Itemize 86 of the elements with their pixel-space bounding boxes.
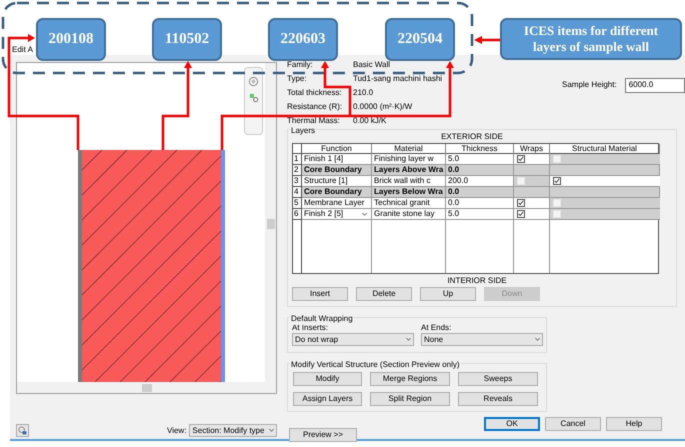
sample-height-field[interactable]: 6000.0 — [624, 78, 685, 92]
table-cell: 0.0 — [446, 165, 514, 176]
vertical-scrollbar[interactable] — [265, 63, 276, 384]
dropdown-value: Do not wrap — [295, 334, 338, 346]
function-cell[interactable]: Structure [1] — [302, 176, 372, 187]
property-value: 0.00 kJ/K — [353, 115, 388, 127]
caret-icon — [406, 338, 411, 341]
function-cell[interactable]: Finish 2 [5] — [302, 209, 372, 220]
field-label: At Ends: — [421, 323, 452, 333]
table-cell: Layers Below Wra — [372, 187, 446, 198]
table-cell: 5.0 — [446, 154, 514, 165]
function-cell[interactable]: Core Boundary — [302, 165, 372, 176]
property-value: Basic Wall — [353, 59, 392, 71]
checkbox[interactable] — [553, 177, 561, 185]
group-title: Default Wrapping — [290, 313, 354, 325]
view-value: Section: Modify type — [192, 424, 264, 436]
function-value: Finish 1 [4] — [304, 154, 344, 164]
checkbox[interactable] — [517, 210, 525, 218]
function-value: Membrane Layer — [304, 198, 364, 208]
row-number: 2 — [293, 165, 302, 176]
sample-height-label: Sample Height: — [562, 79, 617, 91]
caret-icon — [362, 212, 367, 216]
table-cell: 5.0 — [446, 209, 514, 220]
view-label: View: — [167, 424, 186, 436]
table-cell: 0.0 — [446, 198, 514, 209]
layer-button[interactable]: Delete — [356, 287, 412, 301]
function-value: Core Boundary — [304, 165, 362, 175]
table-cell: Technical granit — [372, 198, 446, 209]
row-number: 6 — [293, 209, 302, 220]
table-cell: Granite stone lay — [372, 209, 446, 220]
structure-button[interactable]: Merge Regions — [370, 372, 450, 386]
function-cell[interactable]: Finish 1 [4] — [302, 154, 372, 165]
function-value: Finish 2 [5] — [304, 209, 344, 219]
function-value: Structure [1] — [304, 176, 348, 186]
table-cell: Brick wall with c — [372, 176, 446, 187]
dialog-button[interactable]: Cancel — [545, 417, 601, 431]
property-value: 210.0 — [353, 87, 374, 99]
row-number: 3 — [293, 176, 302, 187]
property-label: Thermal Mass: — [287, 115, 341, 127]
dialog-button[interactable]: Help — [606, 417, 662, 431]
table-cell: Finishing layer w — [372, 154, 446, 165]
view-dropdown[interactable]: Section: Modify type — [189, 424, 278, 437]
row-number: 1 — [293, 154, 302, 165]
layer-button[interactable]: Insert — [292, 287, 348, 301]
callout-label: ICES items for different layers of sample wall — [500, 18, 682, 60]
interior-label: INTERIOR SIDE — [447, 276, 507, 285]
code-label: 200108 — [36, 18, 106, 61]
wrapping-dropdown[interactable]: None — [421, 333, 543, 346]
arrow — [474, 36, 500, 44]
property-value: 0.0000 (m²·K)/W — [353, 101, 414, 113]
structure-button[interactable]: Reveals — [458, 392, 538, 406]
window-title: Edit A — [12, 45, 33, 54]
property-label: Family: — [287, 59, 314, 71]
structure-button[interactable]: Sweeps — [458, 372, 538, 386]
field-label: At Inserts: — [292, 323, 330, 333]
function-value: Core Boundary — [304, 187, 362, 197]
property-value: Tud1-sang machini hashi — [353, 73, 444, 85]
horizontal-scrollbar[interactable] — [17, 382, 276, 393]
function-cell[interactable]: Membrane Layer — [302, 198, 372, 209]
layer-button[interactable]: Up — [420, 287, 476, 301]
code-label: 220504 — [385, 18, 455, 61]
wrapping-dropdown[interactable]: Do not wrap — [292, 333, 414, 346]
property-label: Type: — [287, 73, 308, 85]
dropdown-value: None — [424, 334, 444, 346]
structure-button[interactable]: Modify — [293, 372, 362, 386]
structure-button[interactable]: Split Region — [370, 392, 450, 406]
caret-icon — [535, 338, 540, 341]
group-title: Modify Vertical Structure (Section Preview only) — [290, 359, 461, 371]
checkbox[interactable] — [517, 199, 525, 207]
row-number: 5 — [293, 198, 302, 209]
row-number: 4 — [293, 187, 302, 198]
table-cell: 0.0 — [446, 187, 514, 198]
property-label: Total thickness: — [287, 87, 343, 99]
code-label: 110502 — [152, 18, 222, 61]
layers-title: Layers — [290, 125, 316, 137]
function-cell[interactable]: Core Boundary — [302, 187, 372, 198]
exterior-label: EXTERIOR SIDE — [441, 132, 503, 141]
table-cell: Layers Above Wra — [372, 165, 446, 176]
checkbox[interactable] — [517, 155, 525, 163]
code-label: 220603 — [268, 18, 338, 61]
property-label: Resistance (R): — [287, 101, 344, 113]
table-cell: 200.0 — [446, 176, 514, 187]
caret-icon — [269, 429, 274, 432]
preview-button[interactable]: Preview >> — [289, 428, 357, 442]
dialog-button[interactable]: OK — [484, 417, 540, 431]
structure-button[interactable]: Assign Layers — [293, 392, 362, 406]
